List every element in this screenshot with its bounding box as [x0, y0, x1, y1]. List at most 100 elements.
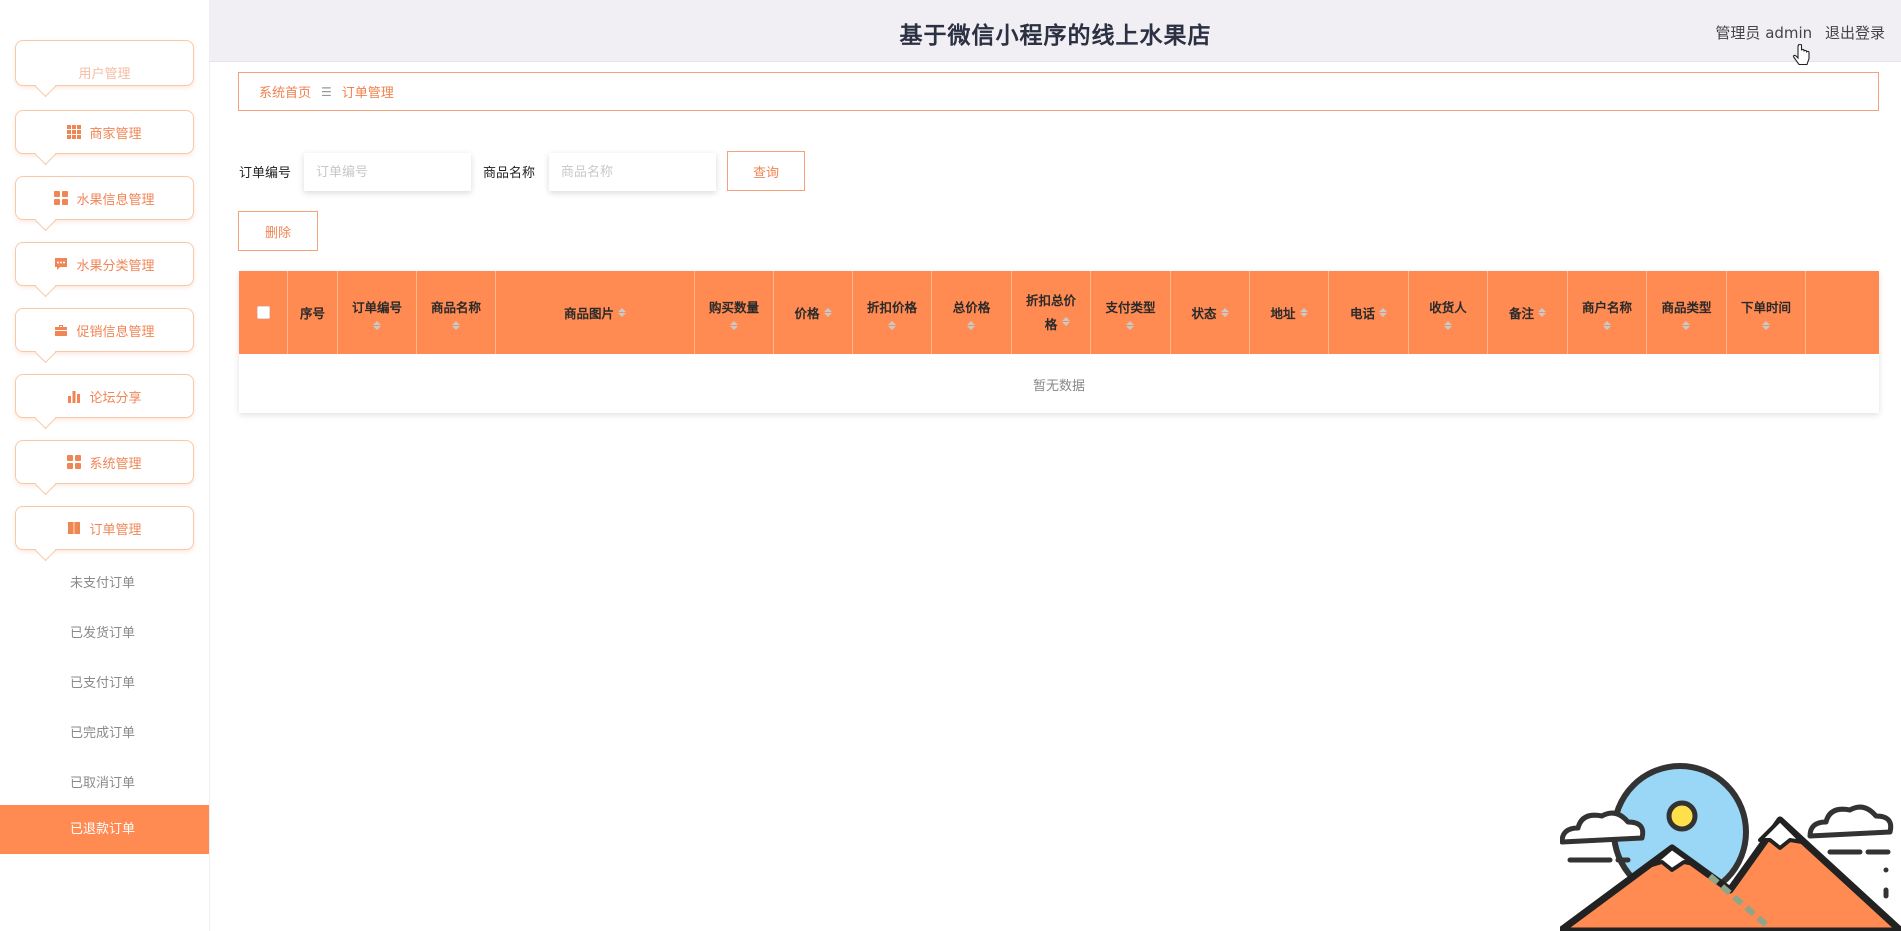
- query-button[interactable]: 查询: [727, 151, 805, 191]
- sort-icon[interactable]: [1602, 321, 1611, 330]
- column-header-label: 商品名称: [430, 300, 481, 315]
- sidebar-item-label: 水果信息管理: [76, 192, 155, 208]
- sidebar-item-label: 水果分类管理: [76, 258, 155, 274]
- breadcrumb-current: 订单管理: [341, 86, 394, 101]
- sidebar-item-system[interactable]: 系统管理: [15, 440, 194, 484]
- col-address[interactable]: 地址: [1250, 271, 1329, 354]
- product-name-input[interactable]: [549, 153, 716, 191]
- select-all-checkbox[interactable]: [256, 306, 270, 319]
- sidebar-item-label: 用户管理: [78, 67, 131, 82]
- sidebar-sub-paid[interactable]: 已支付订单: [0, 660, 209, 708]
- product-name-label: 商品名称: [483, 166, 536, 181]
- sidebar-sub-unpaid[interactable]: 未支付订单: [0, 560, 209, 608]
- sidebar-item-fruit-category[interactable]: 水果分类管理: [15, 242, 194, 286]
- sidebar: 用户管理 商家管理 水果信息管理 水果分类管理 促销信息管理 论坛分享 系统管理…: [0, 0, 210, 931]
- column-header-label: 购买数量: [708, 300, 759, 315]
- sidebar-item-label: 系统管理: [89, 456, 142, 472]
- col-remark[interactable]: 备注: [1488, 271, 1568, 354]
- column-header-label: 地址: [1270, 306, 1296, 321]
- order-no-label: 订单编号: [239, 166, 292, 181]
- column-header-label: 商户名称: [1581, 300, 1632, 315]
- sidebar-item-merchant[interactable]: 商家管理: [15, 110, 194, 154]
- top-header: 基于微信小程序的线上水果店 管理员 admin 退出登录: [210, 0, 1901, 66]
- sort-icon[interactable]: [1682, 321, 1691, 330]
- sidebar-item-label: 商家管理: [89, 126, 142, 142]
- col-phone[interactable]: 电话: [1329, 271, 1409, 354]
- breadcrumb-home[interactable]: 系统首页: [259, 82, 311, 101]
- sidebar-item-orders[interactable]: 订单管理: [15, 506, 194, 550]
- sort-icon[interactable]: [1379, 308, 1387, 317]
- sidebar-sub-shipped[interactable]: 已发货订单: [0, 610, 209, 658]
- sidebar-item-fruit-info[interactable]: 水果信息管理: [15, 176, 194, 220]
- briefcase-icon: [55, 325, 68, 336]
- apps-icon: [54, 191, 69, 205]
- column-header-label: 电话: [1349, 306, 1375, 321]
- sort-icon[interactable]: [1220, 308, 1229, 317]
- col-pay-type[interactable]: 支付类型: [1091, 271, 1171, 354]
- column-header-label: 商品类型: [1661, 300, 1712, 315]
- sidebar-item-users-partial[interactable]: 用户管理: [15, 40, 194, 86]
- breadcrumb-separator-icon: ☰: [321, 84, 332, 99]
- column-header-label: 折扣总价格: [1025, 292, 1076, 332]
- col-status[interactable]: 状态: [1171, 271, 1250, 354]
- orders-table: 序号 订单编号 商品名称 商品图片 购买数量 价格 折扣价格 总价格 折扣总价格…: [239, 271, 1879, 413]
- sort-icon[interactable]: [887, 321, 896, 330]
- table-header: 序号 订单编号 商品名称 商品图片 购买数量 价格 折扣价格 总价格 折扣总价格…: [239, 271, 1879, 354]
- col-price[interactable]: 价格: [774, 271, 853, 354]
- column-header-label: 订单编号: [351, 300, 402, 315]
- hand-cursor-icon: [1792, 44, 1810, 66]
- col-merchant-name[interactable]: 商户名称: [1568, 271, 1647, 354]
- sort-icon[interactable]: [1062, 317, 1070, 326]
- col-total-price[interactable]: 总价格: [932, 271, 1012, 354]
- col-index: 序号: [288, 271, 338, 354]
- book-icon: [68, 522, 81, 534]
- column-header-label: 收货人: [1429, 300, 1467, 315]
- sidebar-item-forum[interactable]: 论坛分享: [15, 374, 194, 418]
- sort-icon[interactable]: [823, 308, 832, 317]
- app-title: 基于微信小程序的线上水果店: [899, 23, 1212, 49]
- sidebar-item-label: 论坛分享: [89, 390, 142, 406]
- delete-button[interactable]: 删除: [238, 211, 318, 251]
- bar-chart-icon: [68, 391, 81, 403]
- sidebar-sub-completed[interactable]: 已完成订单: [0, 710, 209, 758]
- sidebar-item-label: 订单管理: [89, 522, 142, 538]
- column-header-label: 备注: [1508, 306, 1534, 321]
- sort-icon[interactable]: [967, 321, 976, 330]
- sidebar-sub-cancelled[interactable]: 已取消订单: [0, 760, 209, 808]
- col-quantity[interactable]: 购买数量: [695, 271, 774, 354]
- logout-link[interactable]: 退出登录: [1825, 24, 1885, 42]
- sort-icon[interactable]: [618, 308, 626, 317]
- sidebar-item-promotion[interactable]: 促销信息管理: [15, 308, 194, 352]
- col-order-time[interactable]: 下单时间: [1727, 271, 1806, 354]
- col-actions: [1806, 271, 1879, 354]
- grid-icon: [67, 125, 82, 139]
- col-order-no[interactable]: 订单编号: [338, 271, 417, 354]
- column-header-label: 折扣价格: [866, 300, 917, 315]
- apps-icon: [67, 455, 82, 469]
- sort-icon[interactable]: [1443, 321, 1452, 330]
- col-product-type[interactable]: 商品类型: [1647, 271, 1727, 354]
- select-all-column: [239, 271, 288, 354]
- sidebar-sub-refunded[interactable]: 已退款订单: [0, 805, 209, 854]
- column-header-label: 状态: [1191, 306, 1217, 321]
- column-header-label: 序号: [299, 306, 325, 321]
- column-header-label: 价格: [794, 306, 820, 321]
- col-product-name[interactable]: 商品名称: [417, 271, 496, 354]
- sort-icon[interactable]: [729, 321, 738, 330]
- column-header-label: 商品图片: [563, 306, 614, 321]
- sidebar-item-label: 促销信息管理: [76, 324, 155, 340]
- table-empty-text: 暂无数据: [1032, 379, 1085, 394]
- col-discount-total[interactable]: 折扣总价格: [1012, 271, 1091, 354]
- sort-icon[interactable]: [1299, 308, 1308, 317]
- column-header-label: 支付类型: [1105, 300, 1156, 315]
- sort-icon[interactable]: [1538, 308, 1546, 317]
- col-product-image[interactable]: 商品图片: [496, 271, 695, 354]
- sort-icon[interactable]: [1761, 321, 1770, 330]
- admin-user-label: 管理员 admin: [1715, 24, 1813, 42]
- sort-icon[interactable]: [372, 321, 381, 330]
- sort-icon[interactable]: [1126, 321, 1135, 330]
- col-discount-price[interactable]: 折扣价格: [853, 271, 932, 354]
- order-no-input[interactable]: [304, 153, 471, 191]
- col-receiver[interactable]: 收货人: [1409, 271, 1488, 354]
- sort-icon[interactable]: [451, 321, 460, 330]
